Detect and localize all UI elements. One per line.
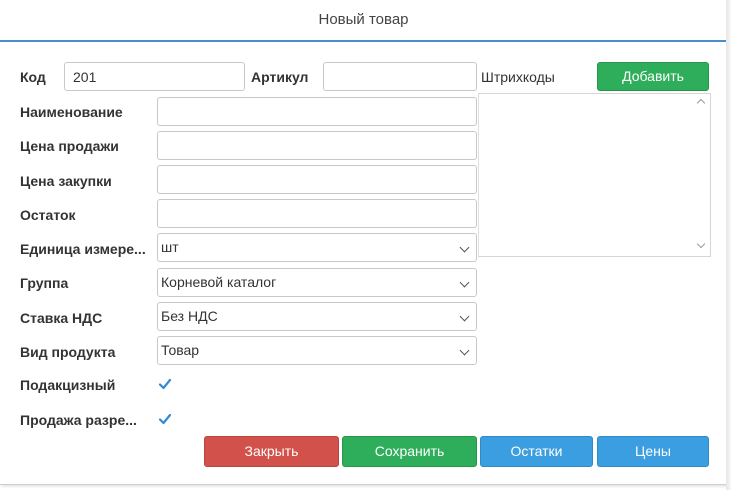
chevron-down-icon [459, 345, 470, 356]
sale-price-label: Цена продажи [20, 138, 119, 154]
product-type-value: Товар [161, 342, 200, 358]
prices-button[interactable]: Цены [597, 436, 709, 467]
chevron-down-icon [459, 242, 470, 253]
vat-rate-select[interactable]: Без НДС [157, 302, 477, 331]
unit-value: шт [161, 239, 179, 255]
code-label: Код [20, 69, 46, 85]
close-button[interactable]: Закрыть [204, 436, 339, 467]
group-value: Корневой каталог [161, 274, 277, 290]
stock-input[interactable] [157, 199, 477, 228]
checkmark-icon [158, 413, 172, 425]
purchase-price-label: Цена закупки [20, 173, 112, 189]
stock-label: Остаток [20, 207, 76, 223]
purchase-price-input[interactable] [157, 165, 477, 194]
sale-allowed-label: Продажа разре... [20, 412, 137, 428]
product-type-select[interactable]: Товар [157, 336, 477, 365]
code-input[interactable] [64, 62, 245, 91]
vat-rate-label: Ставка НДС [20, 310, 103, 326]
group-select[interactable]: Корневой каталог [157, 268, 477, 297]
unit-select[interactable]: шт [157, 233, 477, 262]
barcodes-list[interactable] [478, 93, 711, 257]
product-type-label: Вид продукта [20, 344, 116, 360]
name-label: Наименование [20, 104, 123, 120]
checkmark-icon [158, 378, 172, 390]
article-input[interactable] [323, 62, 477, 91]
group-label: Группа [20, 275, 69, 291]
stock-button[interactable]: Остатки [480, 436, 593, 467]
new-product-dialog: Новый товар Код Артикул Штрихкоды Добави… [0, 0, 728, 485]
add-barcode-button[interactable]: Добавить [597, 62, 709, 91]
article-label: Артикул [251, 69, 309, 85]
unit-label: Единица измере... [20, 241, 146, 257]
chevron-down-icon [459, 277, 470, 288]
save-button[interactable]: Сохранить [342, 436, 477, 467]
excise-checkbox[interactable] [158, 377, 172, 391]
barcodes-label: Штрихкоды [481, 69, 555, 85]
chevron-down-icon [459, 311, 470, 322]
scroll-up-icon[interactable] [696, 98, 706, 108]
scroll-down-icon[interactable] [696, 239, 706, 249]
window-edge [726, 0, 731, 490]
sale-allowed-checkbox[interactable] [158, 412, 172, 426]
vat-rate-value: Без НДС [161, 308, 218, 324]
sale-price-input[interactable] [157, 131, 477, 160]
dialog-title: Новый товар [0, 0, 727, 42]
excise-label: Подакцизный [20, 377, 116, 393]
name-input[interactable] [157, 97, 477, 126]
